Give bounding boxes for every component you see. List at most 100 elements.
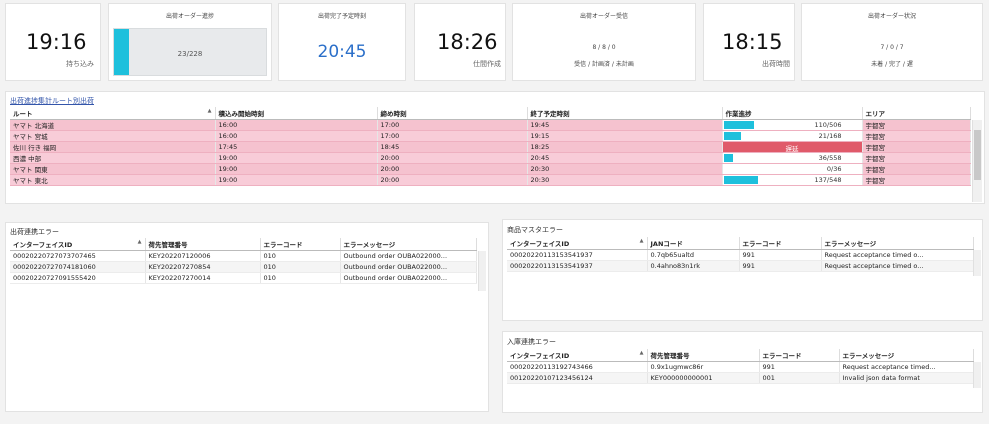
- table-row[interactable]: 00020220113192743466 0.9x1ugmwc86r 991 Requ…: [507, 361, 974, 373]
- table-cell: KEY202207270014: [145, 272, 261, 284]
- outbound-error-panel: 出荷連携エラー インターフェイスID ▲ 荷先管理番号 エラーコード エラーメッセ…: [5, 222, 489, 412]
- col-header-interface-id[interactable]: インターフェイスID ▲: [507, 349, 648, 362]
- table-cell: 991: [739, 260, 822, 272]
- table-cell: Invalid json data format: [839, 372, 974, 384]
- col-header-area[interactable]: エリア: [862, 107, 971, 120]
- cell-area: 宇都宮: [862, 119, 971, 131]
- inbound-error-panel: 入庫連携エラー インターフェイスID ▲ 荷先管理番号 エラーコード エラーメッセ…: [502, 331, 983, 413]
- kpi-title: 出荷完了予定時刻: [317, 13, 366, 20]
- progress-fill: [723, 131, 741, 140]
- table-row[interactable]: 00020220727091555420 KEY202207270014 010 Ou…: [10, 272, 477, 284]
- col-header-route[interactable]: ルート ▲: [10, 107, 216, 120]
- table-row[interactable]: ヤマト 東北 19:00 20:00 20:30 137/548 宇都宮: [10, 174, 971, 186]
- kpi-sub: 仕間作成: [473, 60, 501, 68]
- kpi-card-order-received: 出荷オーダー受信 8 / 8 / 0 受信 / 計画済 / 未計画: [512, 3, 696, 81]
- progress-fill: [723, 153, 733, 162]
- progress-fill: [723, 120, 754, 129]
- progress-fill: [723, 175, 759, 184]
- kpi-title: 出荷オーダー受信: [579, 13, 628, 20]
- cell-route: 西濃 中部: [10, 152, 216, 164]
- col-header-start[interactable]: 積込み開始時刻: [215, 107, 378, 120]
- table-cell: 0.9x1ugmwc86r: [647, 361, 760, 373]
- cell-end: 19:45: [527, 119, 723, 131]
- col-header-manage-no[interactable]: 荷先管理番号: [647, 349, 760, 362]
- kpi-title: 出荷オーダー状況: [867, 13, 916, 20]
- product-master-error-panel: 商品マスタエラー インターフェイスID ▲ JANコード エラーコード エラーメッ…: [502, 219, 983, 321]
- progress-text: 137/548: [814, 175, 842, 184]
- progress-text: 23/228: [177, 50, 203, 58]
- table-cell: 0.4ahno83n1rk: [647, 260, 740, 272]
- col-header-error-code[interactable]: エラーコード: [260, 238, 341, 251]
- col-header-error-code[interactable]: エラーコード: [759, 349, 840, 362]
- cell-cutoff: 20:00: [377, 174, 528, 186]
- col-header-error-message[interactable]: エラーメッセージ: [839, 349, 974, 362]
- col-header-cutoff[interactable]: 締め時刻: [377, 107, 528, 120]
- table-row[interactable]: 00020220727074181060 KEY202207270854 010 Ou…: [10, 261, 477, 273]
- col-header-error-message[interactable]: エラーメッセージ: [821, 237, 974, 250]
- table-row[interactable]: 00020220113153541937 0.4ahno83n1rk 991 Requ…: [507, 260, 974, 272]
- kpi-card-6: 18:15 出荷時間: [703, 3, 795, 81]
- cell-start: 19:00: [215, 163, 378, 175]
- table-row[interactable]: ヤマト 宮城 16:00 17:00 19:15 21/168 宇都宮: [10, 130, 971, 142]
- col-header-progress[interactable]: 作業進捗: [722, 107, 863, 120]
- table-row[interactable]: ヤマト 北海道 16:00 17:00 19:45 110/506 宇都宮: [10, 119, 971, 131]
- cell-progress: 21/168: [722, 130, 863, 142]
- table-cell: 001: [759, 372, 840, 384]
- cell-area: 宇都宮: [862, 163, 971, 175]
- cell-route: ヤマト 宮城: [10, 130, 216, 142]
- col-header-error-message[interactable]: エラーメッセージ: [340, 238, 477, 251]
- header-label: インターフェイスID: [13, 240, 73, 249]
- sort-up-icon[interactable]: ▲: [640, 350, 644, 356]
- cell-start: 16:00: [215, 119, 378, 131]
- table-header-row: インターフェイスID ▲ JANコード エラーコード エラーメッセージ: [507, 237, 974, 250]
- table-cell: Outbound order OUBA022000...: [340, 250, 477, 262]
- col-header-interface-id[interactable]: インターフェイスID ▲: [507, 237, 648, 250]
- cell-area: 宇都宮: [862, 141, 971, 153]
- table-row[interactable]: 00020220727073707465 KEY202207120006 010 Ou…: [10, 250, 477, 262]
- sort-up-icon[interactable]: ▲: [208, 108, 212, 114]
- table-cell: 0.7qb65ualtd: [647, 249, 740, 261]
- route-table: ルート ▲ 積込み開始時刻 締め時刻 終了予定時刻 作業進捗 エリア ヤマト 北海…: [10, 107, 971, 186]
- table-cell: Request acceptance timed o...: [821, 249, 974, 261]
- cell-route: ヤマト 北海道: [10, 119, 216, 131]
- table-row[interactable]: ヤマト 関東 19:00 20:00 20:30 0/36 宇都宮: [10, 163, 971, 175]
- kpi-card-order-status: 出荷オーダー状況 7 / 0 / 7 未着 / 完了 / 遅: [801, 3, 983, 81]
- col-header-interface-id[interactable]: インターフェイスID ▲: [10, 238, 146, 251]
- product-error-table: インターフェイスID ▲ JANコード エラーコード エラーメッセージ 00020…: [507, 237, 974, 272]
- cell-cutoff: 17:00: [377, 130, 528, 142]
- table-cell: Outbound order OUBA022000...: [340, 272, 477, 284]
- table-row[interactable]: 00020220113153541937 0.7qb65ualtd 991 Reque…: [507, 249, 974, 261]
- scrollbar-thumb[interactable]: [974, 130, 981, 180]
- cell-route: 佐川 行き 福岡: [10, 141, 216, 153]
- kpi-title: 出荷オーダー進捗: [165, 13, 214, 20]
- table-row[interactable]: 佐川 行き 福岡 17:45 18:45 18:25 遅延 宇都宮: [10, 141, 971, 153]
- table-cell: 00020220727091555420: [10, 272, 146, 284]
- vertical-scrollbar[interactable]: [972, 120, 982, 202]
- kpi-line1: 8 / 8 / 0: [592, 44, 616, 51]
- progress-text: 0/36: [826, 164, 842, 173]
- table-cell: 00020220113192743466: [507, 361, 648, 373]
- progress-text: 21/168: [818, 131, 842, 140]
- vertical-scrollbar[interactable]: [973, 250, 981, 276]
- vertical-scrollbar[interactable]: [973, 362, 981, 388]
- col-header-jan-code[interactable]: JANコード: [647, 237, 740, 250]
- table-cell: 00020220113153541937: [507, 260, 648, 272]
- table-header-row: ルート ▲ 積込み開始時刻 締め時刻 終了予定時刻 作業進捗 エリア: [10, 107, 971, 120]
- vertical-scrollbar[interactable]: [478, 251, 486, 291]
- cell-progress: 137/548: [722, 174, 863, 186]
- table-cell: 010: [260, 261, 341, 273]
- table-row[interactable]: 00120220107123456124 KEY000000000001 001 In…: [507, 372, 974, 384]
- cell-cutoff: 17:00: [377, 119, 528, 131]
- cell-cutoff: 20:00: [377, 163, 528, 175]
- cell-route: ヤマト 関東: [10, 163, 216, 175]
- table-row[interactable]: 西濃 中部 19:00 20:00 20:45 36/558 宇都宮: [10, 152, 971, 164]
- col-header-error-code[interactable]: エラーコード: [739, 237, 822, 250]
- sort-up-icon[interactable]: ▲: [640, 238, 644, 244]
- panel-title[interactable]: 出荷進捗集計ルート別出荷: [10, 96, 94, 106]
- col-header-end[interactable]: 終了予定時刻: [527, 107, 723, 120]
- kpi-line2: 受信 / 計画済 / 未計画: [574, 61, 634, 68]
- sort-up-icon[interactable]: ▲: [138, 239, 142, 245]
- route-panel: 出荷進捗集計ルート別出荷 ルート ▲ 積込み開始時刻 締め時刻 終了予定時刻 作業…: [5, 91, 985, 204]
- col-header-manage-no[interactable]: 荷先管理番号: [145, 238, 261, 251]
- table-cell: KEY202207270854: [145, 261, 261, 273]
